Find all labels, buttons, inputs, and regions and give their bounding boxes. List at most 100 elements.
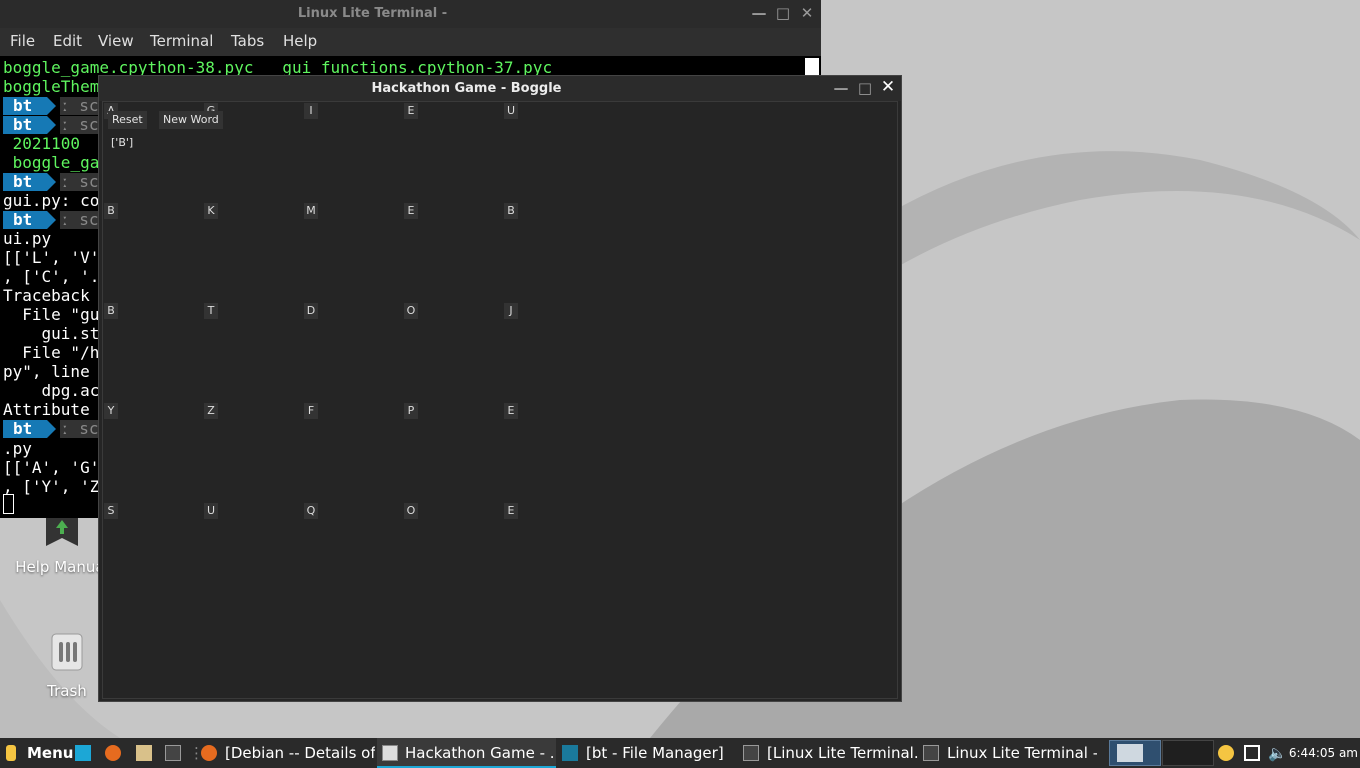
help-manual-label: Help Manual xyxy=(15,558,109,576)
grid-cell[interactable]: T xyxy=(204,303,218,319)
task-file-manager[interactable]: [bt - File Manager] xyxy=(586,738,736,768)
menu-tabs[interactable]: Tabs xyxy=(231,32,264,50)
grid-cell[interactable]: U xyxy=(504,103,518,119)
task-terminal-2[interactable]: Linux Lite Terminal - xyxy=(947,738,1097,768)
terminal-line: boggleThem xyxy=(3,77,100,96)
task-boggle[interactable]: Hackathon Game - ... xyxy=(405,738,555,768)
menu-file[interactable]: File xyxy=(10,32,35,50)
terminal-line: dpg.ac xyxy=(3,381,100,400)
terminal-line: ui.py xyxy=(3,229,52,248)
close-icon[interactable]: ✕ xyxy=(798,4,816,22)
grid-cell[interactable]: O xyxy=(404,503,418,519)
help-manual-icon xyxy=(12,512,112,552)
prompt-badge: bt xyxy=(3,420,56,438)
current-word-text: ['B'] xyxy=(111,136,134,149)
terminal-line: .py xyxy=(3,439,32,458)
terminal-line: Traceback xyxy=(3,286,100,305)
grid-cell[interactable]: B xyxy=(104,303,118,319)
show-desktop-icon[interactable] xyxy=(75,745,91,761)
terminal-line: py", line xyxy=(3,362,100,381)
terminal-launcher-icon[interactable] xyxy=(165,745,181,761)
grid-cell[interactable]: E xyxy=(404,203,418,219)
terminal-line: [['A', 'G' xyxy=(3,458,100,477)
terminal-line: File "/h xyxy=(3,343,100,362)
task-terminal-1[interactable]: [Linux Lite Terminal... xyxy=(767,738,919,768)
grid-cell[interactable]: K xyxy=(204,203,218,219)
grid-cell[interactable]: E xyxy=(504,403,518,419)
terminal-cursor xyxy=(3,494,14,514)
grid-cell[interactable]: U xyxy=(204,503,218,519)
terminal-line: File "gu xyxy=(3,305,100,324)
maximize-icon[interactable]: □ xyxy=(774,4,792,22)
updates-icon[interactable] xyxy=(1218,745,1234,761)
terminal-scrollbar[interactable] xyxy=(805,58,819,76)
boggle-titlebar[interactable]: Hackathon Game - Boggle — □ ✕ xyxy=(99,76,901,101)
start-menu-button[interactable]: Menu xyxy=(27,738,73,768)
maximize-icon[interactable]: □ xyxy=(856,79,874,97)
prompt-badge: bt xyxy=(3,173,56,191)
linux-lite-logo-icon xyxy=(6,745,16,761)
firefox-icon[interactable] xyxy=(105,745,121,761)
reset-button[interactable]: Reset xyxy=(108,111,147,129)
terminal-line: 2021100 xyxy=(3,134,81,153)
prompt-badge: bt xyxy=(3,116,56,134)
prompt-badge: bt xyxy=(3,97,56,115)
grid-cell[interactable]: B xyxy=(504,203,518,219)
terminal-task-icon xyxy=(743,745,759,761)
grid-cell[interactable]: M xyxy=(304,203,318,219)
file-manager-icon[interactable] xyxy=(136,745,152,761)
new-word-button[interactable]: New Word xyxy=(159,111,223,129)
boggle-task-icon xyxy=(382,745,398,761)
boggle-content: A G I E U Reset New Word ['B'] B K M E B… xyxy=(102,101,898,699)
grid-cell[interactable]: Q xyxy=(304,503,318,519)
prompt-fragment: ː sc xyxy=(60,419,100,438)
grid-cell[interactable]: E xyxy=(404,103,418,119)
menu-terminal[interactable]: Terminal xyxy=(150,32,213,50)
volume-icon[interactable]: 🔈 xyxy=(1268,738,1287,768)
grid-cell[interactable]: P xyxy=(404,403,418,419)
workspace-window-icon xyxy=(1117,744,1143,762)
terminal-line: , ['Y', 'Z xyxy=(3,477,100,496)
prompt-fragment: ː sc xyxy=(60,172,100,191)
file-manager-task-icon xyxy=(562,745,578,761)
grid-cell[interactable]: E xyxy=(504,503,518,519)
grid-cell[interactable]: B xyxy=(104,203,118,219)
clock[interactable]: 6:44:05 am xyxy=(1289,738,1358,768)
firefox-task-icon xyxy=(201,745,217,761)
minimize-icon[interactable]: — xyxy=(832,79,850,97)
terminal-menubar: File Edit View Terminal Tabs Help xyxy=(0,28,821,56)
grid-cell[interactable]: F xyxy=(304,403,318,419)
grid-cell[interactable]: I xyxy=(304,103,318,119)
terminal-line: gui.py: co xyxy=(3,191,100,210)
grid-cell[interactable]: O xyxy=(404,303,418,319)
boggle-window[interactable]: Hackathon Game - Boggle — □ ✕ A G I E U … xyxy=(98,75,902,702)
minimize-icon[interactable]: — xyxy=(750,4,768,22)
desktop-icon-help-manual[interactable]: Help Manual xyxy=(12,512,112,576)
grid-cell[interactable]: S xyxy=(104,503,118,519)
prompt-fragment: ː sc xyxy=(60,210,100,229)
grid-cell[interactable]: J xyxy=(504,303,518,319)
terminal-line: , ['C', '. xyxy=(3,267,100,286)
grid-cell[interactable]: Z xyxy=(204,403,218,419)
terminal-line: Attribute xyxy=(3,400,90,419)
terminal-titlebar[interactable]: Linux Lite Terminal - — □ ✕ xyxy=(0,0,821,28)
terminal-line: gui.st xyxy=(3,324,100,343)
close-icon[interactable]: ✕ xyxy=(879,78,897,96)
workspace-2[interactable] xyxy=(1162,740,1214,766)
terminal-line: [['L', 'V' xyxy=(3,248,100,267)
trash-label: Trash xyxy=(47,682,87,700)
menu-help[interactable]: Help xyxy=(283,32,317,50)
prompt-badge: bt xyxy=(3,211,56,229)
display-icon[interactable] xyxy=(1244,745,1260,761)
terminal-line: boggle_ga xyxy=(3,153,100,172)
terminal-title: Linux Lite Terminal - xyxy=(297,6,448,21)
menu-edit[interactable]: Edit xyxy=(53,32,82,50)
menu-view[interactable]: View xyxy=(98,32,134,50)
grid-cell[interactable]: D xyxy=(304,303,318,319)
taskbar: Menu ⋮ [Debian -- Details of ... Hackath… xyxy=(0,738,1360,768)
task-firefox[interactable]: [Debian -- Details of ... xyxy=(225,738,375,768)
prompt-fragment: ː sc xyxy=(60,96,100,115)
prompt-fragment: ː sc xyxy=(60,115,100,134)
grid-cell[interactable]: Y xyxy=(104,403,118,419)
terminal-task-icon xyxy=(923,745,939,761)
